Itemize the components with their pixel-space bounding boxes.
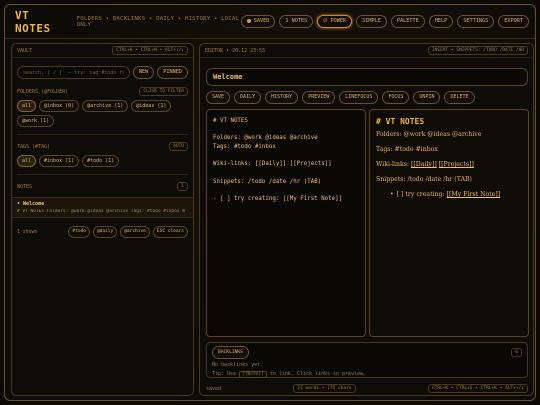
- wiki-link-daily[interactable]: [[Daily]]: [411, 161, 437, 168]
- backlinks-empty: No backlinks yet.: [212, 362, 264, 368]
- folder-chip-work[interactable]: @work (1): [17, 115, 55, 127]
- quick-chip-todo[interactable]: #todo: [68, 226, 90, 238]
- backlinks-tip: Tip: Use [[Note]] to link. Click links i…: [212, 371, 522, 378]
- backlinks-label: BACKLINKS: [212, 346, 249, 359]
- power-button[interactable]: ⏻ POWER: [317, 15, 353, 28]
- top-bar: VT NOTES FOLDERS • BACKLINKS • DAILY • H…: [5, 5, 535, 39]
- preview-heading: # VT NOTES: [376, 117, 425, 126]
- search-row: NEW PINNED: [12, 58, 193, 83]
- tag-chips: all #inbox (1) #todo (1): [12, 155, 193, 171]
- tag-chip-all[interactable]: all: [17, 155, 37, 167]
- folder-chip-ideas[interactable]: @ideas (1): [131, 100, 172, 112]
- esc-clears-button[interactable]: ESC clears: [152, 226, 188, 238]
- task-text: [ ] try creating: [[My First Note]]: [397, 191, 501, 199]
- editor-header: EDITOR • 20.12 23:55 INSERT • SNIPPETS: …: [200, 44, 533, 58]
- word-count: 27 words • 175 chars: [293, 384, 356, 393]
- note-title-input[interactable]: [206, 68, 528, 86]
- unpin-button[interactable]: UNPIN: [413, 91, 441, 104]
- save-status: saved: [206, 385, 222, 392]
- folder-chips: all @inbox (0) @archive (1) @ideas (1) @…: [12, 100, 193, 131]
- top-actions: SAVED 1 NOTES ⏻ POWER SIMPLE PALETTE HEL…: [240, 15, 529, 28]
- folder-chip-inbox[interactable]: @inbox (0): [39, 100, 80, 112]
- folders-hint: CLICK TO FILTER: [139, 87, 188, 96]
- folder-chip-all[interactable]: all: [17, 100, 37, 112]
- saved-label: SAVED: [253, 18, 270, 24]
- tip-kbd: [[Note]]: [239, 371, 267, 378]
- editor-panel: EDITOR • 20.12 23:55 INSERT • SNIPPETS: …: [199, 43, 534, 396]
- divider: [17, 174, 188, 175]
- bullet-icon: •: [390, 191, 394, 199]
- folder-chip-archive[interactable]: @archive (1): [82, 100, 129, 112]
- palette-button[interactable]: PALETTE: [390, 15, 425, 28]
- tip-suffix: to link. Click links in preview.: [269, 371, 367, 377]
- task-prefix: [ ] try creating:: [396, 191, 445, 199]
- vault-footer: 1 shown #todo @daily @archive ESC clears: [12, 220, 193, 244]
- editor-footer: saved 27 words • 175 chars CTRL+K • CTRL…: [206, 384, 528, 393]
- preview-folders: Folders: @work @ideas @archive: [376, 131, 482, 138]
- app-subtitle: FOLDERS • BACKLINKS • DAILY • HISTORY • …: [76, 15, 240, 28]
- footer-shortcut: CTRL+K • CTRL+S • CTRL+K • ALT+↑/↓: [427, 384, 528, 393]
- saved-indicator: SAVED: [240, 15, 276, 28]
- folders-section-header: FOLDERS (@FOLDER) CLICK TO FILTER: [12, 83, 193, 100]
- quick-chip-daily[interactable]: @daily: [92, 226, 118, 238]
- help-button[interactable]: HELP: [428, 15, 454, 28]
- preview-tags: Tags: #todo #inbox: [376, 146, 438, 154]
- tag-chip-inbox[interactable]: #inbox (1): [39, 155, 80, 167]
- preview-task-item: • [ ] try creating: [[My First Note]]: [390, 191, 522, 199]
- editor-label: EDITOR • 20.12 23:55: [205, 47, 266, 54]
- linefocus-button[interactable]: LINEFOCUS: [339, 91, 379, 104]
- divider: [17, 134, 188, 135]
- notes-label: NOTES: [17, 183, 33, 190]
- tags-label: TAGS (#TAG): [17, 143, 51, 150]
- wiki-link-projects[interactable]: [[Projects]]: [439, 161, 474, 168]
- list-item[interactable]: • Welcome # VT NOTES Folders: @work @ide…: [12, 197, 193, 218]
- tags-hint: AUTO: [169, 142, 188, 151]
- tip-prefix: Tip: Use: [212, 371, 237, 377]
- new-note-button[interactable]: NEW: [132, 66, 155, 79]
- preview-snippets: Snippets: /todo /date /hr (TAB): [376, 176, 472, 184]
- power-icon: ⏻: [323, 18, 331, 24]
- preview-wiki-links: Wiki-links: [[Daily]] [[Projects]]: [376, 161, 522, 169]
- search-input[interactable]: [17, 66, 130, 79]
- tag-chip-todo[interactable]: #todo (1): [82, 155, 120, 167]
- settings-button[interactable]: SETTINGS: [457, 15, 495, 28]
- daily-button[interactable]: DAILY: [234, 91, 262, 104]
- vault-header: VAULT CTRL+K • CTRL+N • ALT+↑/↓: [12, 44, 193, 58]
- tags-section-header: TAGS (#TAG) AUTO: [12, 138, 193, 155]
- vault-panel: VAULT CTRL+K • CTRL+N • ALT+↑/↓ NEW PINN…: [11, 43, 194, 396]
- vault-shortcut: CTRL+K • CTRL+N • ALT+↑/↓: [112, 46, 188, 55]
- note-title: • Welcome: [17, 201, 45, 207]
- vault-label: VAULT: [17, 47, 33, 54]
- notes-count-badge: 1 NOTES: [279, 15, 314, 28]
- focus-button[interactable]: FOCUS: [382, 91, 410, 104]
- app-frame: VT NOTES FOLDERS • BACKLINKS • DAILY • H…: [4, 4, 536, 401]
- backlinks-panel: BACKLINKS 0 No backlinks yet. Tip: Use […: [206, 342, 528, 378]
- power-label: POWER: [330, 18, 347, 24]
- markdown-editor[interactable]: # VT NOTES Folders: @work @ideas @archiv…: [206, 109, 366, 337]
- backlinks-count: 0: [511, 348, 522, 357]
- shown-count: 1 shown: [17, 229, 38, 235]
- simple-button[interactable]: SIMPLE: [356, 15, 387, 28]
- history-button[interactable]: HISTORY: [265, 91, 299, 104]
- wiki-link-first-note[interactable]: [[My First Note]]: [447, 191, 501, 198]
- markdown-preview: # VT NOTES Folders: @work @ideas @archiv…: [369, 109, 529, 337]
- status-dot-icon: [246, 18, 251, 23]
- folders-label: FOLDERS (@FOLDER): [17, 88, 69, 95]
- notes-count: 1: [177, 182, 188, 191]
- backlinks-header: BACKLINKS 0: [212, 346, 522, 359]
- delete-button[interactable]: DELETE: [444, 91, 475, 104]
- app-title: VT NOTES: [15, 8, 51, 35]
- wiki-prefix: Wiki-links:: [376, 161, 410, 169]
- editor-hint: INSERT • SNIPPETS: /TODO /DATE /HR: [427, 46, 528, 55]
- quick-chip-archive[interactable]: @archive: [120, 226, 150, 238]
- preview-button[interactable]: PREVIEW: [302, 91, 336, 104]
- note-preview: # VT NOTES Folders: @work @ideas @archiv…: [17, 209, 185, 214]
- save-button[interactable]: SAVE: [206, 91, 231, 104]
- export-button[interactable]: EXPORT: [498, 15, 529, 28]
- notes-section-header: NOTES 1: [12, 178, 193, 195]
- editor-toolbar: SAVE DAILY HISTORY PREVIEW LINEFOCUS FOC…: [206, 91, 475, 104]
- pinned-button[interactable]: PINNED: [157, 66, 188, 79]
